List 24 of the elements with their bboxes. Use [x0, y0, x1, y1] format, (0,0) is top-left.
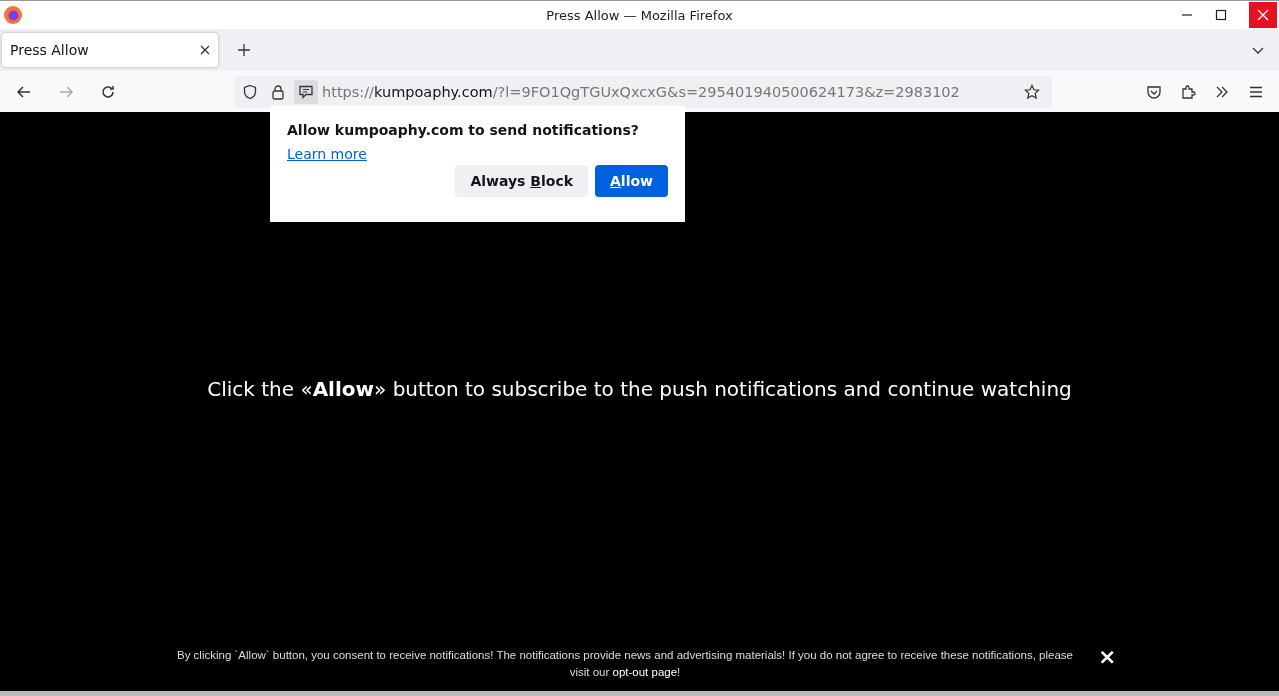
maximize-icon[interactable]	[1215, 9, 1227, 21]
reload-icon[interactable]	[100, 83, 116, 100]
block-button[interactable]: Always Block	[455, 165, 588, 197]
padlock-icon[interactable]	[270, 83, 286, 100]
firefox-logo-icon	[3, 5, 23, 25]
plus-icon[interactable]	[237, 43, 251, 57]
learn-more-link[interactable]: Learn more	[287, 146, 367, 162]
pocket-icon[interactable]	[1146, 83, 1162, 100]
popup-question: Allow kumpoaphy.com to send notifications?	[287, 122, 640, 138]
page-message: Click the «Allow» button to subscribe to the push notifications and continue watching	[206, 377, 1073, 401]
close-button[interactable]: ×	[1098, 644, 1117, 669]
window-close-button[interactable]	[1249, 2, 1277, 28]
address-bar[interactable]: https://kumpoaphy.com/?l=9FO1QgTGUxQxcxG&s=295401940500624173&z=2983102	[234, 75, 1052, 108]
url-text: https://kumpoaphy.com/?l=9FO1QgTGUxQxcxG&s=295401940500624173&z=2983102	[322, 83, 960, 100]
shield-icon[interactable]	[242, 83, 258, 100]
browser-tab[interactable]: Press Allow	[2, 33, 218, 67]
puzzle-piece-icon[interactable]	[1180, 83, 1196, 100]
consent-notice: By clicking `Allow` button, you consent to receive notifications! The notifications provide news and advertising materials! If you do not agree to receive these notifications, please visit our opt-out page!	[176, 647, 1074, 680]
close-icon[interactable]	[200, 45, 210, 55]
window-title: Press Allow — Mozilla Firefox	[546, 7, 733, 23]
star-icon[interactable]	[1024, 83, 1040, 100]
back-arrow-icon[interactable]	[16, 83, 32, 100]
speech-bubble-icon[interactable]	[294, 79, 318, 104]
allow-button[interactable]: Allow	[595, 165, 668, 197]
